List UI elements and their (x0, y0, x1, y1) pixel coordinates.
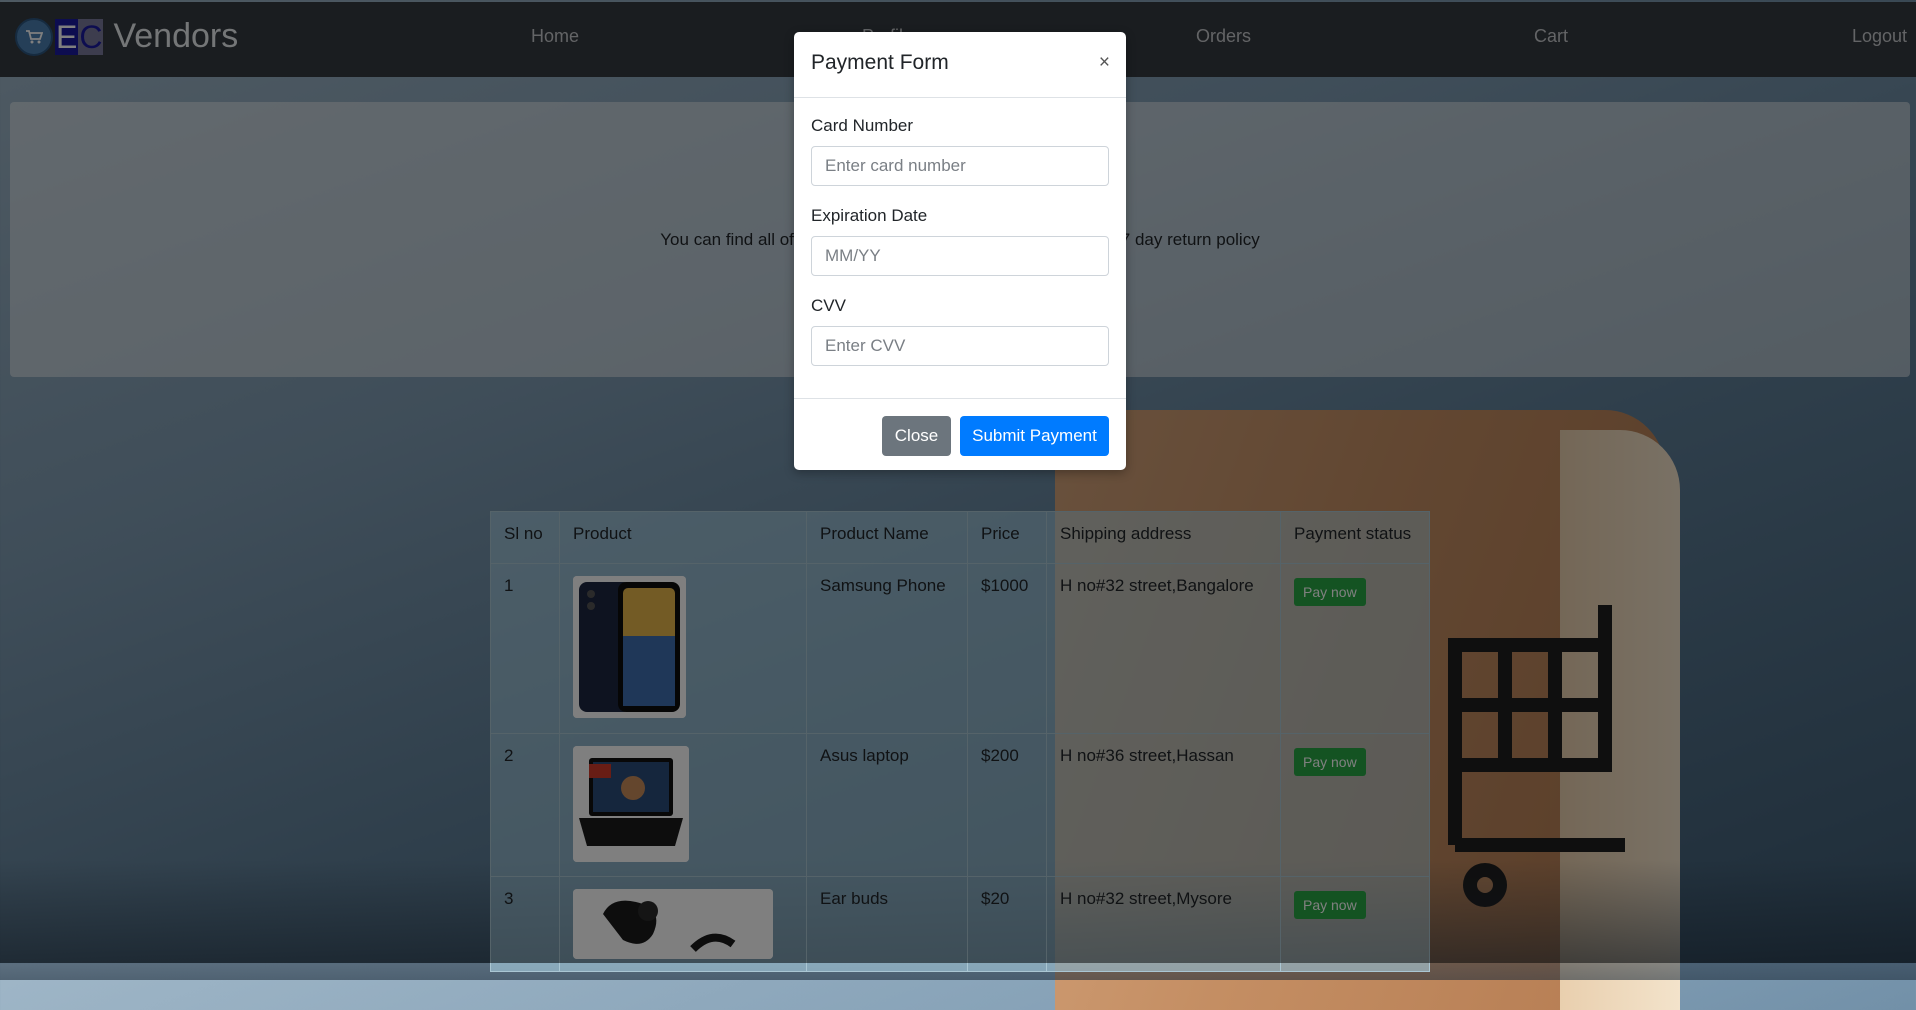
expiration-date-input[interactable] (811, 236, 1109, 276)
submit-payment-button[interactable]: Submit Payment (960, 416, 1109, 456)
close-icon[interactable]: × (1099, 52, 1110, 74)
close-button[interactable]: Close (882, 416, 951, 456)
modal-title: Payment Form (811, 51, 949, 74)
expiration-date-label: Expiration Date (811, 206, 928, 225)
card-number-label: Card Number (811, 116, 914, 135)
cvv-label: CVV (811, 296, 846, 315)
modal-header: Payment Form × (794, 32, 1126, 98)
card-number-input[interactable] (811, 146, 1109, 186)
cvv-input[interactable] (811, 326, 1109, 366)
modal-body: Card Number Expiration Date CVV (794, 98, 1126, 366)
modal-footer: Close Submit Payment (794, 398, 1126, 471)
payment-modal: Payment Form × Card Number Expiration Da… (794, 32, 1126, 470)
